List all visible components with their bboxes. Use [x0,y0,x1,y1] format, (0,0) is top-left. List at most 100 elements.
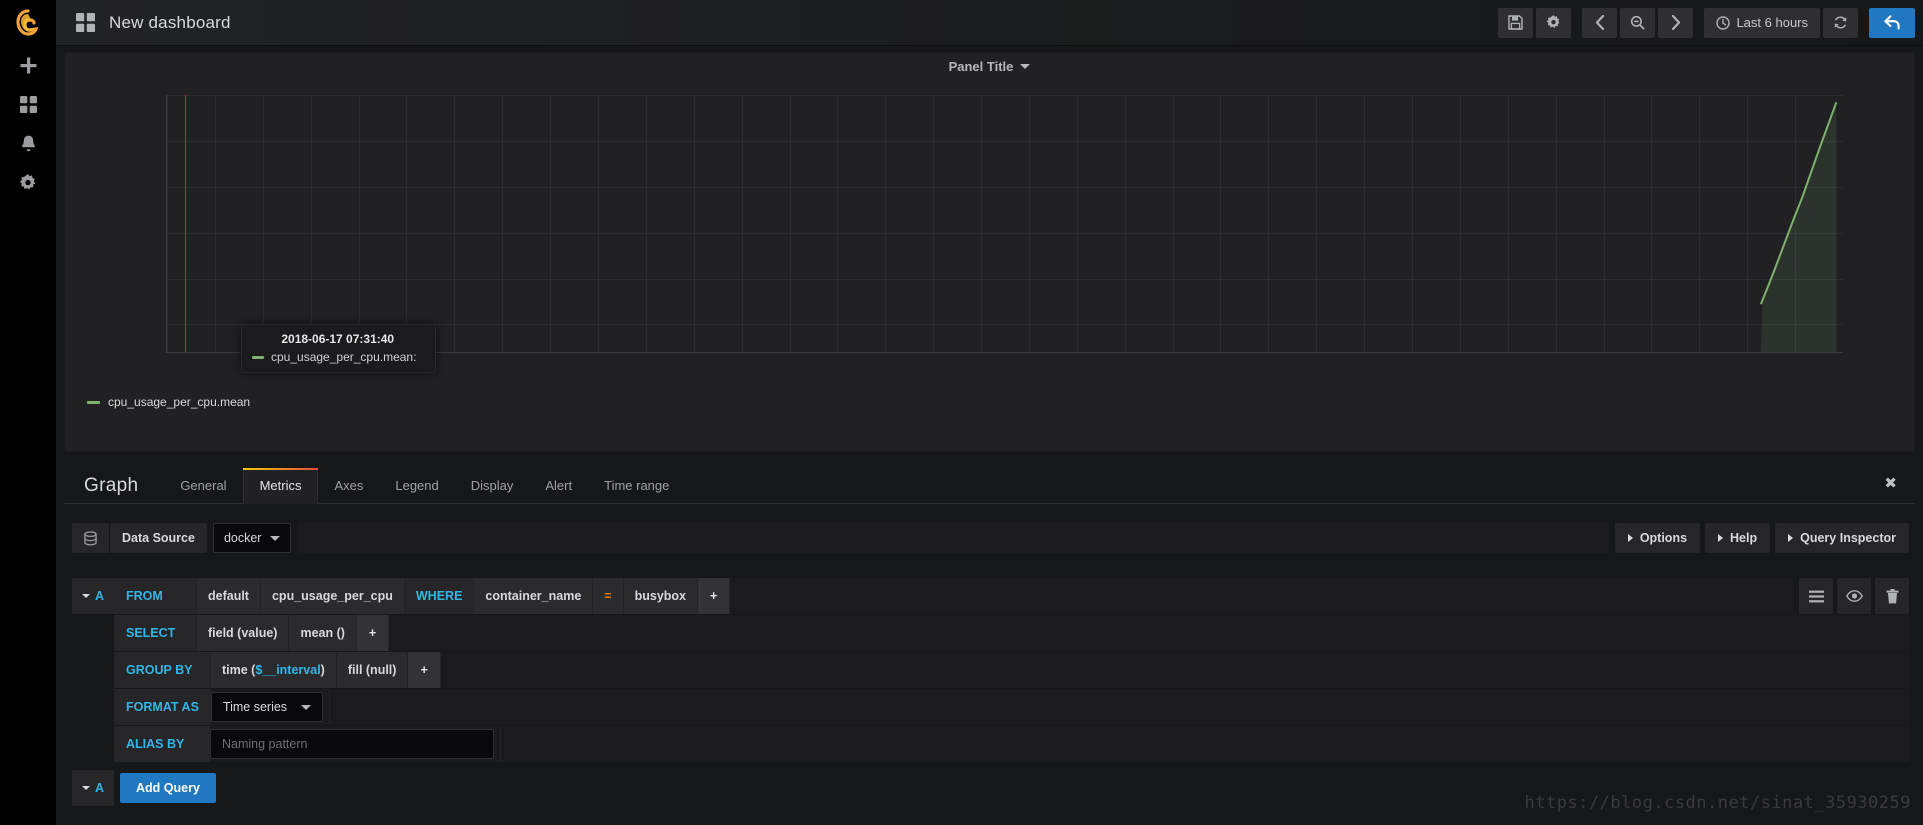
main-area: New dashboard Last 6 hours Panel Title 2… [56,0,1923,825]
tab-display[interactable]: Display [455,479,530,503]
formatas-value: Time series [222,700,288,714]
time-range-label: Last 6 hours [1736,15,1808,30]
plus-icon [20,57,36,74]
groupby-fill[interactable]: fill (null) [335,652,408,688]
legend-series-label[interactable]: cpu_usage_per_cpu.mean [108,395,250,409]
add-query-handle[interactable]: A [72,770,114,806]
datasource-select[interactable]: docker [212,523,292,553]
time-shift-forward-button[interactable] [1658,7,1694,38]
add-query-button[interactable]: Add Query [120,773,216,803]
where-tag-key[interactable]: container_name [473,578,593,614]
save-dashboard-button[interactable] [1498,7,1534,38]
chevron-down-icon [81,786,90,790]
delete-query-icon[interactable] [1875,578,1909,614]
chevron-down-icon [301,704,312,710]
grafana-logo-icon[interactable] [0,0,56,46]
datasource-row-actions: Options Help Query Inspector [1614,523,1909,553]
close-editor-icon[interactable]: ✖ [1884,474,1915,503]
query-collapse-handle[interactable]: A [72,578,114,614]
query-row-indent [72,689,114,725]
graph-plot[interactable]: 29.865 Bil 29.860 Bil 29.855 Bil 29.850 … [166,95,1843,353]
tab-general[interactable]: General [164,479,242,503]
dashboard-title[interactable]: New dashboard [109,13,231,33]
help-toggle-button[interactable]: Help [1705,523,1771,553]
tab-alert[interactable]: Alert [529,479,588,503]
groupby-time-variable: $__interval [255,663,321,677]
query-row-indent [72,652,114,688]
datasource-label: Data Source [110,523,207,553]
query-formatas-row: FORMAT AS Time series [72,689,1909,725]
add-select-part-button[interactable]: + [355,615,389,651]
query-inspector-button[interactable]: Query Inspector [1775,523,1909,553]
where-tag-value[interactable]: busybox [622,578,697,614]
from-row-filler [729,578,1794,614]
query-aliasby-row: ALIAS BY [72,726,1909,762]
formatas-select[interactable]: Time series [210,692,324,722]
query-editor: A FROM default cpu_usage_per_cpu WHERE c… [64,578,1915,806]
add-groupby-part-button[interactable]: + [407,652,440,688]
groupby-keyword: GROUP BY [114,652,210,688]
back-to-dashboard-button[interactable] [1869,7,1915,38]
gear-icon [1547,15,1561,28]
sidebar-item-create[interactable] [0,46,56,85]
add-where-clause-button[interactable]: + [697,578,730,614]
time-range-picker[interactable]: Last 6 hours [1704,7,1820,38]
tab-metrics[interactable]: Metrics [242,468,319,504]
query-aliasby-segments: ALIAS BY [114,726,1909,762]
groupby-time-suffix: ) [320,663,325,677]
where-keyword: WHERE [403,578,474,614]
query-from-row: A FROM default cpu_usage_per_cpu WHERE c… [72,578,1909,614]
sidebar-item-dashboards[interactable] [0,85,56,124]
dashboard-apps-grid-icon [76,13,95,32]
query-menu-icon[interactable] [1799,578,1833,614]
time-nav-group [1582,7,1694,38]
toggle-query-visibility-icon[interactable] [1837,578,1871,614]
panel-editor: Graph General Metrics Axes Legend Displa… [64,466,1915,806]
clock-icon [1716,15,1731,30]
chevron-down-icon [270,535,281,541]
tooltip-series-label: cpu_usage_per_cpu.mean: [271,350,417,364]
query-select-segments: SELECT field (value) mean () + [114,615,1909,651]
tab-time-range[interactable]: Time range [588,479,685,503]
where-operator[interactable]: = [592,578,623,614]
refresh-button[interactable] [1823,7,1858,38]
floppy-disk-icon [1508,15,1524,30]
query-letter: A [94,589,105,603]
dashboard-settings-button[interactable] [1536,7,1572,38]
chevron-right-icon [1671,15,1681,30]
series-color-swatch-icon [252,355,264,359]
grafana-app: New dashboard Last 6 hours Panel Title 2… [0,0,1923,825]
select-field[interactable]: field (value) [196,615,289,651]
sidebar-item-configuration[interactable] [0,163,56,202]
options-toggle-button[interactable]: Options [1614,523,1701,553]
time-shift-back-button[interactable] [1582,7,1618,38]
gear-icon [19,173,36,189]
select-aggregation[interactable]: mean () [288,615,356,651]
add-query-letter: A [94,781,105,795]
zoom-out-button[interactable] [1620,7,1656,38]
chevron-right-icon [1788,534,1794,542]
aliasby-row-filler [500,726,1909,762]
tab-legend[interactable]: Legend [379,479,454,503]
options-toggle-label: Options [1639,531,1688,545]
graph-tooltip: 2018-06-17 07:31:40 cpu_usage_per_cpu.me… [241,324,437,373]
datasource-row: Data Source docker Options Help Query In… [64,520,1915,556]
aliasby-keyword: ALIAS BY [114,726,210,762]
query-row-indent [72,726,114,762]
query-groupby-row: GROUP BY time ($__interval) fill (null) … [72,652,1909,688]
query-formatas-segments: FORMAT AS Time series [114,689,1909,725]
legend-color-swatch-icon[interactable] [87,400,100,404]
tab-axes[interactable]: Axes [318,479,379,503]
top-navbar: New dashboard Last 6 hours [56,0,1923,46]
sidebar-item-alerting[interactable] [0,124,56,163]
from-retention-policy[interactable]: default [196,578,260,614]
panel-title-menu[interactable]: Panel Title [949,59,1031,74]
alias-by-input[interactable] [210,729,494,759]
apps-grid-icon [19,96,37,113]
from-measurement[interactable]: cpu_usage_per_cpu [259,578,404,614]
groupby-time-prefix: time ( [222,663,256,677]
groupby-time[interactable]: time ($__interval) [210,652,336,688]
editor-panel-type: Graph [84,475,139,496]
groupby-row-filler [439,652,1909,688]
sidebar [0,0,56,825]
